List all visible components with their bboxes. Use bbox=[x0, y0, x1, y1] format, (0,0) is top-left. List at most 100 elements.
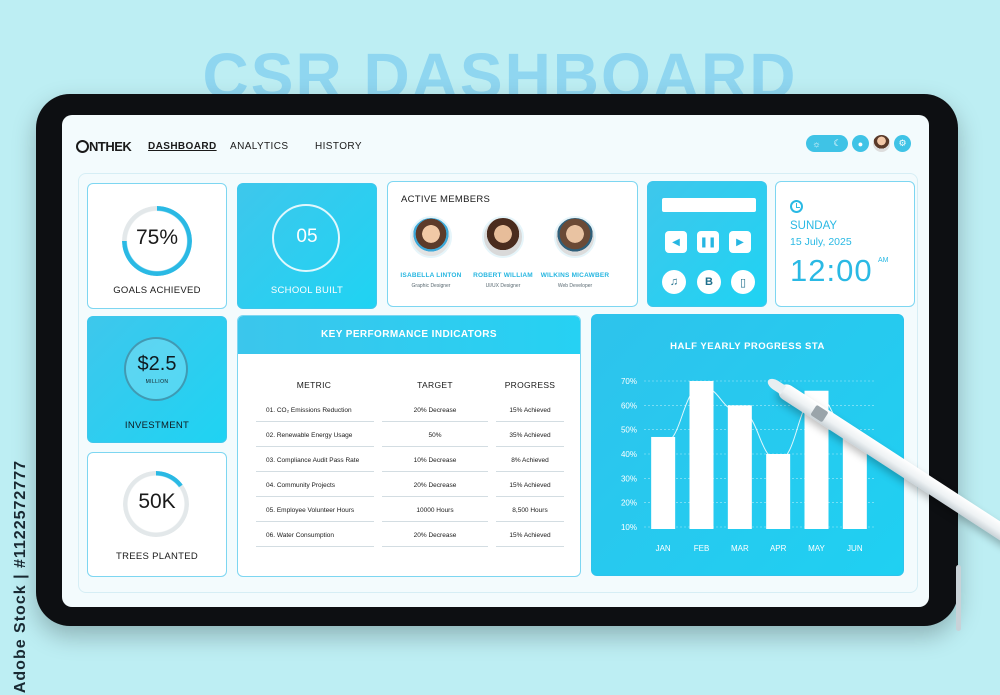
member-role: Web Developer bbox=[557, 283, 593, 289]
school-value: 05 bbox=[296, 226, 318, 247]
chart-ytick-label: 30% bbox=[621, 474, 637, 483]
kpi-progress-cell: 8% Achieved bbox=[511, 457, 549, 464]
school-label: SCHOOL BUILT bbox=[270, 285, 344, 296]
member-photo bbox=[554, 216, 596, 258]
moon-icon: ☾ bbox=[833, 138, 842, 148]
kpi-row-divider bbox=[256, 521, 374, 522]
nav-history[interactable]: HISTORY bbox=[315, 141, 362, 152]
chart-ytick-label: 20% bbox=[621, 499, 637, 508]
trees-label: TREES PLANTED bbox=[115, 551, 199, 562]
kpi-target-cell: 20% Decrease bbox=[413, 532, 457, 539]
chart-ytick-label: 50% bbox=[621, 426, 637, 435]
datetime-card: SUNDAY 15 July, 2025 12:00 AM bbox=[775, 181, 915, 307]
pause-icon[interactable]: ❚❚ bbox=[697, 231, 719, 253]
logo-text: NTHEK bbox=[89, 139, 132, 154]
school-built-card: 05 SCHOOL BUILT bbox=[237, 183, 377, 309]
day-label: SUNDAY bbox=[790, 220, 838, 232]
kpi-col-target: TARGET bbox=[417, 380, 453, 390]
kpi-row-divider bbox=[496, 471, 564, 472]
settings-gear-icon[interactable]: ⚙ bbox=[894, 135, 911, 152]
member-photo bbox=[482, 216, 524, 258]
clock-icon bbox=[790, 200, 803, 213]
chart-ytick-label: 10% bbox=[621, 523, 637, 532]
chart-xtick-label: MAY bbox=[808, 544, 825, 553]
kpi-target-cell: 10% Decrease bbox=[413, 457, 457, 464]
kpi-col-progress: PROGRESS bbox=[504, 380, 556, 390]
chart-ytick-label: 70% bbox=[621, 377, 637, 386]
user-avatar[interactable] bbox=[873, 135, 890, 152]
kpi-metric-cell: 02. Renewable Energy Usage bbox=[266, 432, 353, 439]
ampm-label: AM bbox=[878, 257, 889, 264]
previous-icon[interactable]: ◀ bbox=[665, 231, 687, 253]
notification-bell-icon[interactable]: ● bbox=[852, 135, 869, 152]
kpi-card: KEY PERFORMANCE INDICATORS METRIC TARGET… bbox=[237, 315, 581, 577]
theme-toggle[interactable]: ☼ ☾ bbox=[806, 135, 848, 152]
trees-planted-card: 50K TREES PLANTED bbox=[87, 452, 227, 577]
sun-icon: ☼ bbox=[812, 138, 821, 149]
goals-achieved-card: 75% GOALS ACHIEVED bbox=[87, 183, 227, 309]
member-role: UI/UX Designer bbox=[485, 283, 521, 289]
chart-bar bbox=[766, 454, 791, 529]
kpi-row-divider bbox=[496, 421, 564, 422]
kpi-row-divider bbox=[256, 471, 374, 472]
kpi-row-divider bbox=[382, 421, 488, 422]
kpi-row-divider bbox=[382, 546, 488, 547]
chart-xtick-label: APR bbox=[770, 544, 787, 553]
investment-unit: MILLION bbox=[145, 379, 169, 385]
chart-ytick-label: 60% bbox=[621, 401, 637, 410]
headphones-icon[interactable]: ♫ bbox=[662, 270, 686, 294]
nav-dashboard[interactable]: DASHBOARD bbox=[148, 141, 217, 152]
kpi-target-cell: 20% Decrease bbox=[413, 407, 457, 414]
kpi-metric-cell: 05. Employee Volunteer Hours bbox=[266, 507, 355, 514]
member-name: WILKINS MICAWBER bbox=[540, 272, 610, 279]
chart-xtick-label: MAR bbox=[731, 544, 749, 553]
kpi-target-cell: 20% Decrease bbox=[413, 482, 457, 489]
nav-analytics[interactable]: ANALYTICS bbox=[230, 141, 288, 152]
kpi-row-divider bbox=[256, 496, 374, 497]
member-photo bbox=[410, 216, 452, 258]
kpi-target-cell: 50% bbox=[428, 432, 442, 439]
b-circle-icon[interactable]: B bbox=[697, 270, 721, 294]
member-wilkins[interactable]: WILKINS MICAWBER Web Developer bbox=[538, 216, 612, 289]
next-icon[interactable]: ▶ bbox=[729, 231, 751, 253]
kpi-row-divider bbox=[256, 446, 374, 447]
kpi-progress-cell: 15% Achieved bbox=[509, 407, 551, 414]
kpi-row-divider bbox=[496, 446, 564, 447]
goals-label: GOALS ACHIEVED bbox=[113, 285, 201, 296]
kpi-row-divider bbox=[256, 546, 374, 547]
chart-xtick-label: FEB bbox=[694, 544, 710, 553]
player-track-bar[interactable] bbox=[662, 198, 756, 212]
investment-label: INVESTMENT bbox=[124, 420, 190, 431]
top-bar: NTHEK DASHBOARD ANALYTICS HISTORY ☼ ☾ ● … bbox=[62, 115, 929, 177]
date-label: 15 July, 2025 bbox=[790, 236, 852, 248]
kpi-row-divider bbox=[496, 496, 564, 497]
member-role: Graphic Designer bbox=[411, 283, 451, 289]
chart-ytick-label: 40% bbox=[621, 450, 637, 459]
chart-xtick-label: JAN bbox=[656, 544, 671, 553]
kpi-row-divider bbox=[382, 471, 488, 472]
phone-icon[interactable]: ▯ bbox=[731, 270, 755, 294]
chart-bar bbox=[689, 381, 714, 529]
kpi-metric-cell: 01. CO₂ Emissions Reduction bbox=[266, 407, 352, 414]
member-name: ROBERT WILLIAM bbox=[473, 272, 533, 279]
brand-logo[interactable]: NTHEK bbox=[76, 139, 132, 154]
kpi-metric-cell: 06. Water Consumption bbox=[266, 532, 335, 539]
kpi-row-divider bbox=[496, 521, 564, 522]
trees-value: 50K bbox=[138, 490, 176, 513]
kpi-progress-cell: 8,500 Hours bbox=[512, 507, 548, 514]
stock-watermark: Adobe Stock | #1122572777 bbox=[12, 460, 29, 694]
kpi-row-divider bbox=[382, 496, 488, 497]
goals-value: 75% bbox=[135, 226, 179, 249]
chart-bar bbox=[727, 405, 752, 529]
kpi-metric-cell: 03. Compliance Audit Pass Rate bbox=[266, 457, 360, 464]
kpi-col-metric: METRIC bbox=[296, 380, 332, 390]
kpi-row-divider bbox=[496, 546, 564, 547]
media-player-card: ◀ ❚❚ ▶ ♫ B ▯ bbox=[647, 181, 767, 307]
kpi-progress-cell: 35% Achieved bbox=[509, 432, 551, 439]
member-isabella[interactable]: ISABELLA LINTON Graphic Designer bbox=[394, 216, 468, 289]
tablet-side-button bbox=[956, 565, 961, 631]
kpi-row-divider bbox=[382, 446, 488, 447]
logo-ring-icon bbox=[76, 140, 89, 153]
chart-xtick-label: JUN bbox=[847, 544, 863, 553]
member-robert[interactable]: ROBERT WILLIAM UI/UX Designer bbox=[466, 216, 540, 289]
